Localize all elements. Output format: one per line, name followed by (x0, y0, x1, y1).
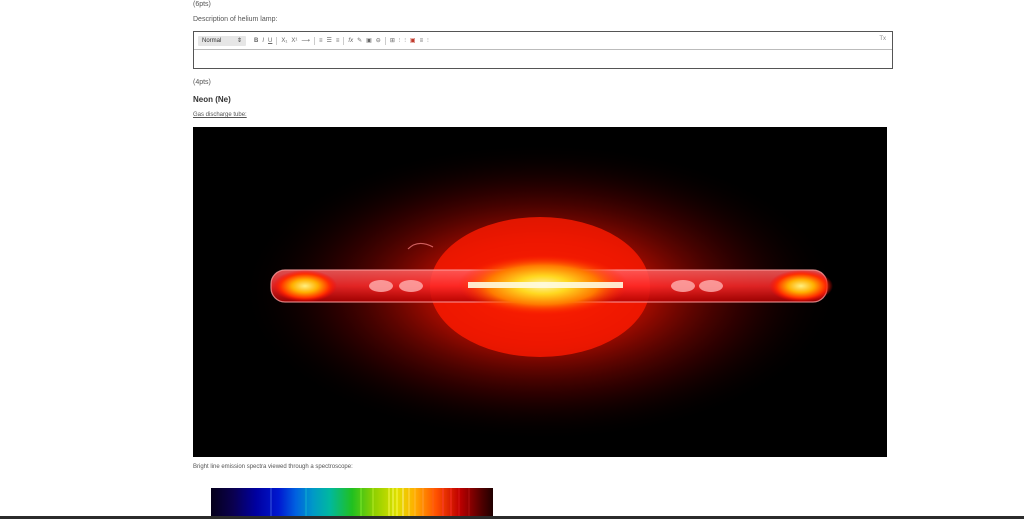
subscript-button[interactable]: X₁ (281, 36, 287, 46)
toolbar-divider (384, 36, 386, 45)
unordered-list-button[interactable]: ☰ (327, 36, 332, 46)
superscript-button[interactable]: X¹ (291, 36, 297, 46)
toolbar-divider (343, 36, 345, 45)
table-tool-button-2[interactable]: ⫶ (404, 36, 406, 46)
align-button[interactable]: ≡ (336, 36, 340, 46)
table-tool-button-4[interactable]: ≡ (420, 36, 424, 46)
italic-button[interactable]: I (262, 36, 264, 46)
table-tool-button-1[interactable]: ⫶ (399, 36, 401, 46)
link-button[interactable]: ✎ (357, 36, 362, 46)
helium-description-editor[interactable]: Normal ⇕ B I U X₁ X¹ ⟶ ≡ ☰ ≡ fx ✎ ▣ ⊖ ⊞ … (193, 31, 893, 69)
emission-spectrum-image (211, 488, 493, 519)
editor-toolbar: Normal ⇕ B I U X₁ X¹ ⟶ ≡ ☰ ≡ fx ✎ ▣ ⊖ ⊞ … (194, 32, 892, 50)
editor-text-area[interactable] (194, 50, 892, 69)
neon-points: (4pts) (193, 79, 211, 86)
bold-button[interactable]: B (254, 36, 258, 46)
formula-button[interactable]: fx (348, 36, 353, 46)
helium-description-label: Description of helium lamp: (193, 16, 278, 23)
emission-spectra-label: Bright line emission spectra viewed thro… (193, 464, 353, 470)
spectrum-lines (270, 488, 470, 519)
helium-points: (6pts) (193, 1, 211, 8)
chain-link-button[interactable]: ⊖ (376, 36, 381, 46)
gas-discharge-tube-label: Gas discharge tube: (193, 112, 247, 118)
ordered-list-button[interactable]: ≡ (319, 36, 323, 46)
table-tool-button-5[interactable]: ⫶ (427, 36, 429, 46)
element-title: Neon (Ne) (193, 95, 231, 104)
toolbar-divider (314, 36, 315, 45)
neon-tube-illustration (193, 127, 887, 457)
underline-button[interactable]: U (268, 36, 272, 46)
arrow-button[interactable]: ⟶ (301, 36, 310, 46)
chevron-updown-icon: ⇕ (236, 38, 242, 44)
paragraph-style-select[interactable]: Normal ⇕ (198, 35, 246, 46)
table-button[interactable]: ⊞ (390, 36, 395, 46)
table-tool-button-3[interactable]: ▣ (410, 36, 416, 46)
image-button[interactable]: ▣ (366, 36, 372, 46)
paragraph-style-value: Normal (202, 37, 222, 44)
neon-discharge-tube-image (193, 127, 887, 457)
toolbar-divider (276, 36, 278, 45)
clear-format-button[interactable]: Tx (879, 36, 886, 42)
